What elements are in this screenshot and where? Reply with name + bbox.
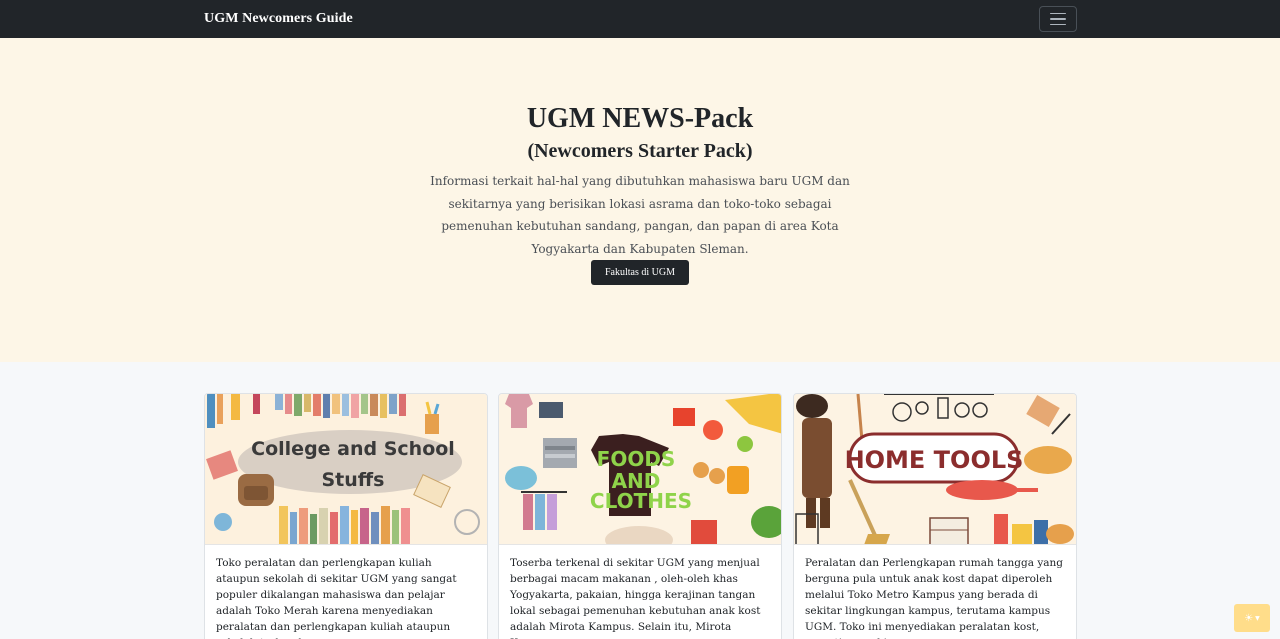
foods-clothes-illustration: FOODS AND CLOTHES: [499, 394, 781, 544]
card-foods-clothes: FOODS AND CLOTHES Toserba terkenal di se…: [498, 393, 782, 639]
navbar-brand[interactable]: UGM Newcomers Guide: [204, 10, 353, 28]
chevron-down-icon: ▼: [1255, 614, 1260, 622]
foods-clothes-image: FOODS AND CLOTHES: [499, 394, 781, 545]
college-stuffs-image: College and School Stuffs: [205, 394, 487, 545]
college-stuffs-illustration: College and School Stuffs: [205, 394, 487, 544]
college-stuffs-image-title-line2: Stuffs: [322, 469, 385, 491]
college-stuffs-image-title-line1: College and School: [251, 438, 455, 460]
navbar-toggler-button[interactable]: [1039, 6, 1077, 32]
college-stuffs-text: Toko peralatan dan perlengkapan kuliah a…: [216, 557, 457, 639]
card-home-tools: HOME TOOLS Peralatan dan Perlengkapan ru…: [793, 393, 1077, 639]
foods-clothes-text: Toserba terkenal di sekitar UGM yang men…: [510, 557, 761, 639]
navbar: UGM Newcomers Guide: [0, 0, 1280, 38]
foods-clothes-image-title-line3: CLOTHES: [590, 489, 692, 513]
hero-title: UGM NEWS-Pack: [526, 103, 754, 134]
home-tools-image: HOME TOOLS: [794, 394, 1076, 545]
hero-description: Informasi terkait hal-hal yang dibutuhka…: [430, 174, 850, 256]
card-college-stuffs: College and School Stuffs Toko peralatan…: [204, 393, 488, 639]
sun-icon: ☀: [1244, 612, 1254, 624]
theme-toggle-button[interactable]: ☀ ▼: [1234, 604, 1270, 632]
foods-clothes-image-title-line1: FOODS: [597, 447, 676, 471]
home-tools-image-title: HOME TOOLS: [845, 446, 1024, 474]
home-tools-text: Peralatan dan Perlengkapan rumah tangga …: [805, 557, 1064, 639]
hero-subtitle: (Newcomers Starter Pack): [527, 140, 753, 162]
hero-section: UGM NEWS-Pack (Newcomers Starter Pack) I…: [0, 38, 1280, 362]
home-tools-illustration: HOME TOOLS: [794, 394, 1076, 544]
fakultas-button[interactable]: Fakultas di UGM: [591, 260, 689, 285]
hamburger-icon: [1050, 12, 1066, 15]
